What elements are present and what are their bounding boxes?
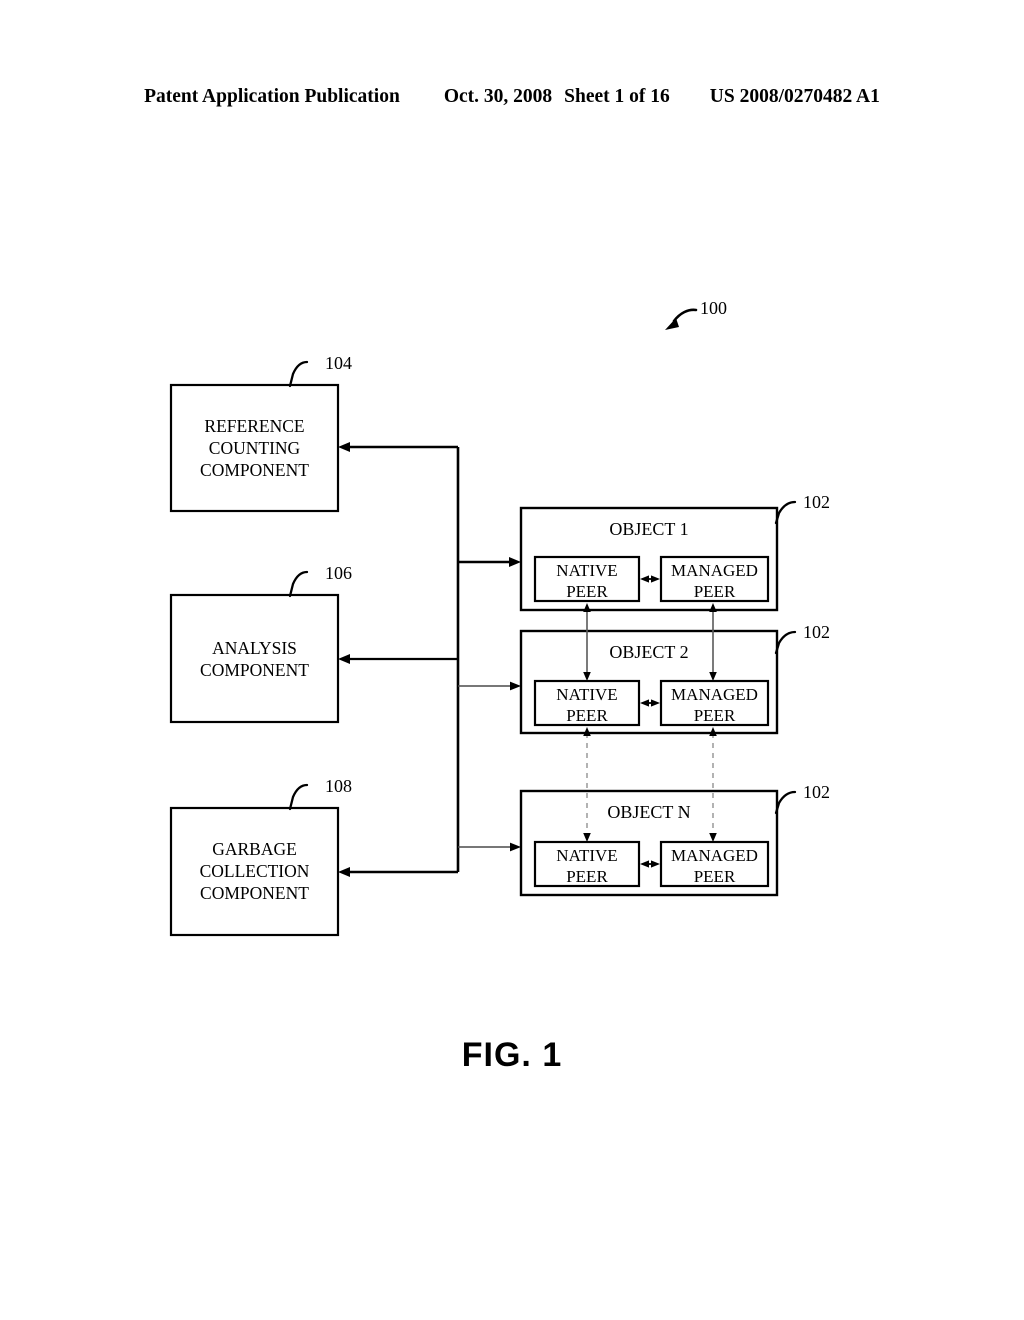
- object-1-native-peer-label: NATIVE PEER: [556, 561, 618, 601]
- figure-caption: FIG. 1: [461, 1036, 563, 1074]
- arrow-bus-to-object-n: [458, 842, 521, 852]
- object-2-managed-peer-label: MANAGED PEER: [671, 685, 758, 725]
- analysis-component-label: ANALYSIS COMPONENT: [200, 638, 309, 680]
- object-n-native-peer-label: NATIVE PEER: [556, 846, 618, 886]
- arrow-bus-to-garbage-collection: [338, 867, 458, 877]
- object-2-title: OBJECT 2: [609, 642, 689, 662]
- system-reference-number-100: 100: [700, 298, 727, 318]
- reference-number-104: 104: [325, 353, 352, 373]
- system-ref-leader-100: [665, 308, 698, 330]
- object-n-title: OBJECT N: [607, 802, 691, 822]
- object-n-managed-peer-label: MANAGED PEER: [671, 846, 758, 886]
- arrow-bus-to-object-2: [458, 681, 521, 691]
- reference-counting-component-label: REFERENCE COUNTING COMPONENT: [200, 416, 309, 480]
- ref-leader-108: [288, 783, 309, 811]
- garbage-collection-component-label: GARBAGE COLLECTION COMPONENT: [199, 839, 310, 903]
- ref-leader-102-object-1: [774, 500, 797, 525]
- object-1-title: OBJECT 1: [609, 519, 689, 539]
- object-1-managed-peer-label: MANAGED PEER: [671, 561, 758, 601]
- arrow-bus-to-analysis: [338, 654, 458, 664]
- reference-number-102-object-n: 102: [803, 782, 830, 802]
- ref-leader-102-object-n: [774, 790, 797, 815]
- ref-leader-102-object-2: [774, 630, 797, 655]
- arrow-bus-to-object-1: [458, 557, 521, 567]
- object-2-native-peer-label: NATIVE PEER: [556, 685, 618, 725]
- reference-number-102-object-1: 102: [803, 492, 830, 512]
- ref-leader-104: [288, 360, 309, 388]
- arrow-bus-to-reference-counting: [338, 442, 458, 452]
- reference-number-108: 108: [325, 776, 352, 796]
- reference-number-102-object-2: 102: [803, 622, 830, 642]
- figure-diagram: 100 104 106 108 REFERENCE COUNTING COMPO…: [0, 0, 1024, 1320]
- ref-leader-106: [288, 570, 309, 598]
- reference-number-106: 106: [325, 563, 352, 583]
- figure-vector-layer: [169, 308, 797, 937]
